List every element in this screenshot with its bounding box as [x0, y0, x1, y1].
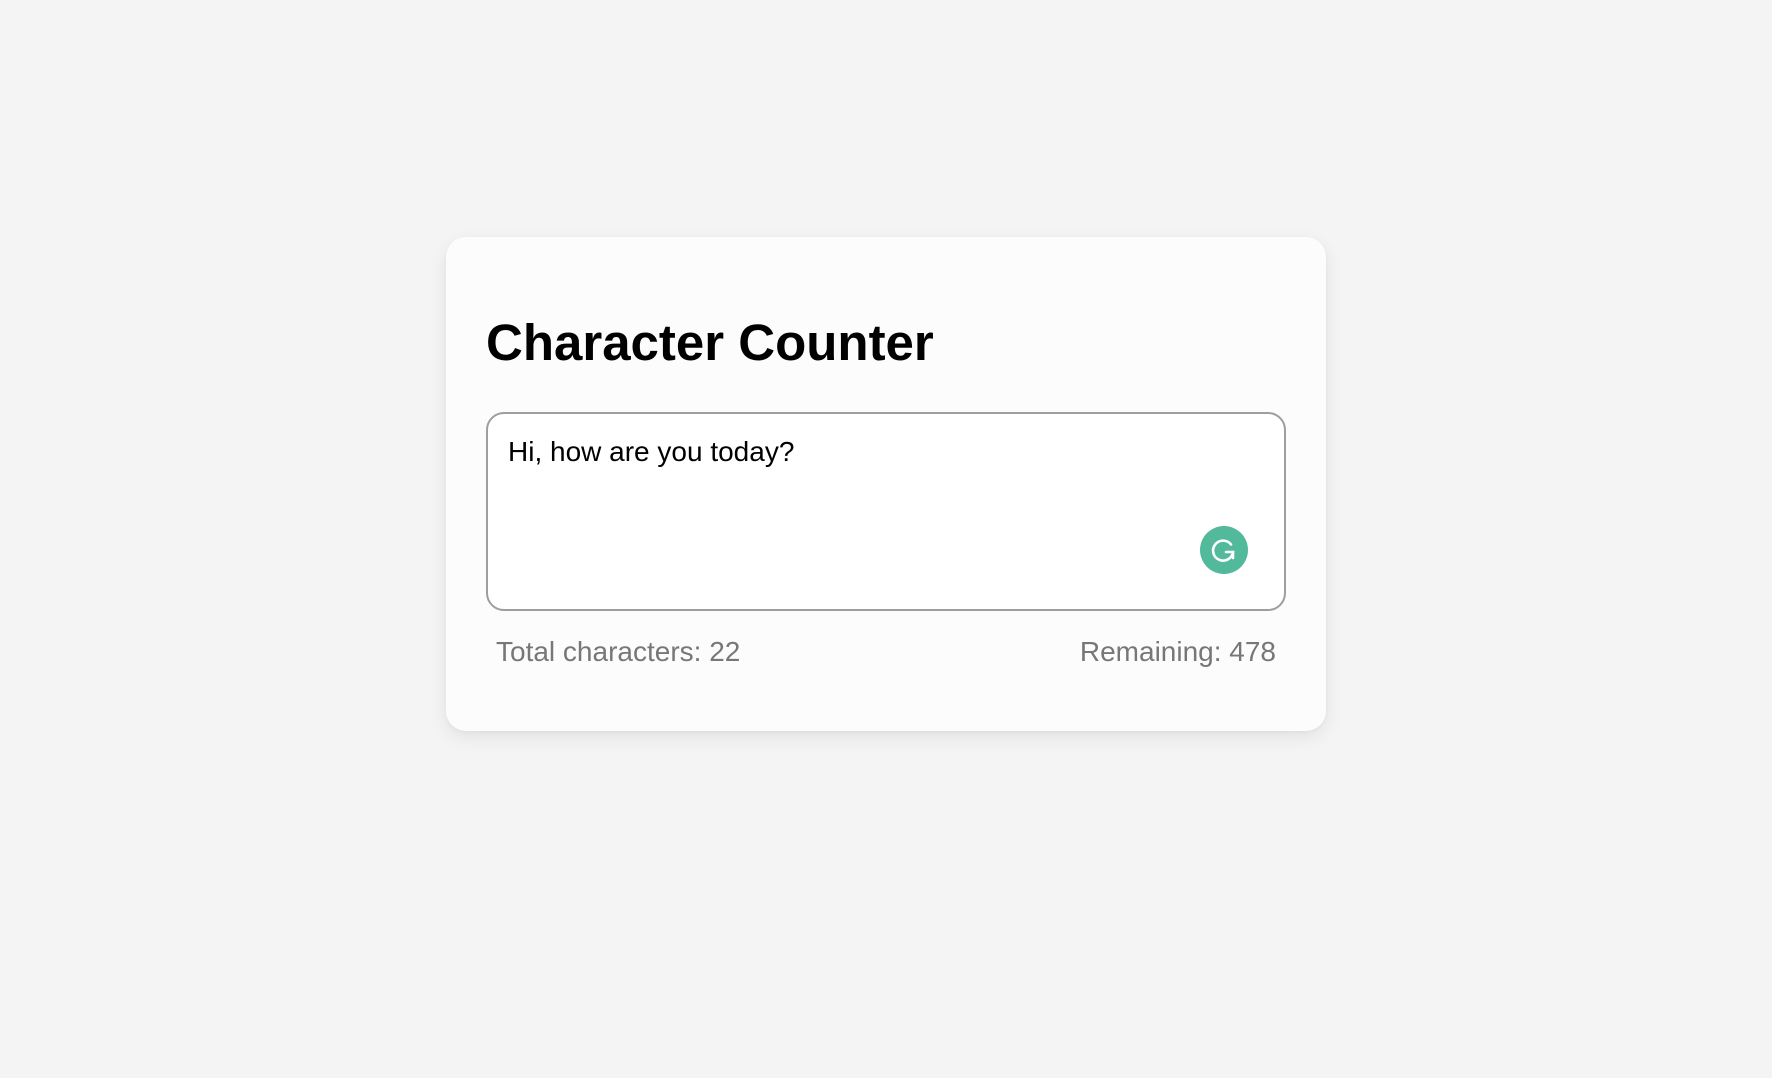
- grammarly-icon[interactable]: [1200, 526, 1248, 574]
- page-background: Character Counter Total characters: 22 R…: [0, 0, 1772, 1078]
- text-input[interactable]: [488, 414, 1284, 609]
- remaining-characters-label: Remaining: 478: [1079, 636, 1276, 667]
- page-title: Character Counter: [486, 314, 934, 371]
- character-counter-card: Character Counter Total characters: 22 R…: [446, 237, 1326, 731]
- total-characters-label: Total characters: 22: [496, 636, 741, 667]
- text-input-container: [486, 412, 1286, 611]
- grammarly-g-glyph: [1211, 539, 1235, 562]
- counter-stats: Total characters: 22 Remaining: 478: [496, 636, 1276, 668]
